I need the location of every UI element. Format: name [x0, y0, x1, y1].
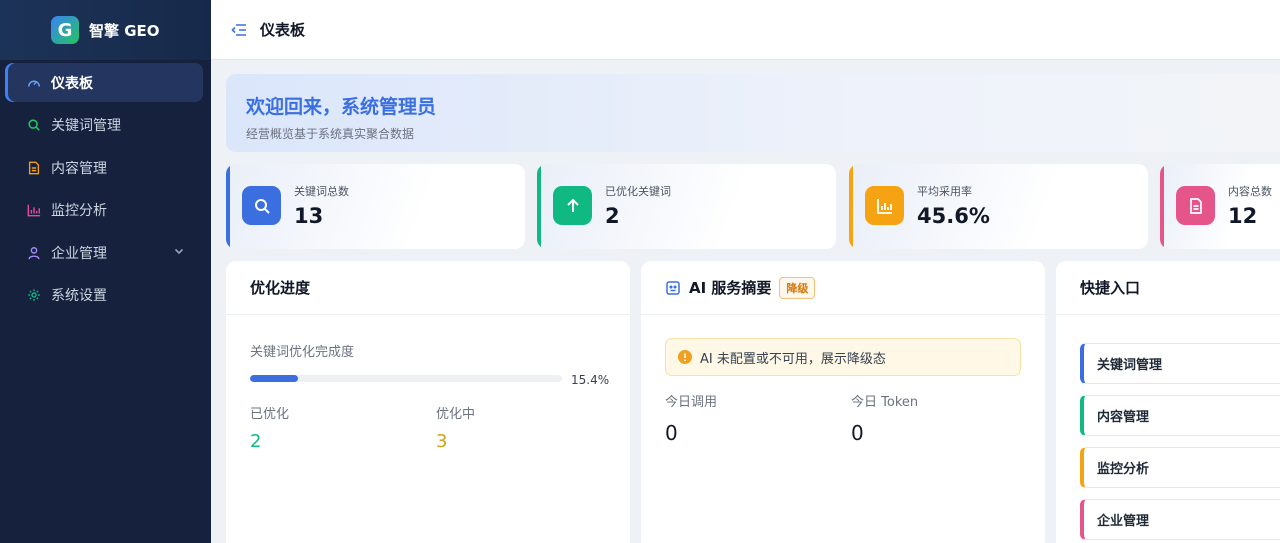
stat-value: 12 [1228, 204, 1258, 228]
quick-link-monitoring[interactable]: 监控分析 [1080, 447, 1280, 488]
progress-bar-fill [250, 375, 299, 382]
quick-link-keywords[interactable]: 关键词管理 [1080, 343, 1280, 384]
logo-icon: G [51, 16, 79, 44]
top-header: 仪表板 [211, 0, 1280, 60]
progress-label: 关键词优化完成度 [250, 345, 355, 360]
stat-accent-bar [849, 164, 853, 249]
gear-icon [27, 288, 41, 302]
ai-summary-panel: AI 服务摘要 降级 AI 未配置或不可用，展示降级态 今日调用 0 今日 To… [641, 261, 1045, 543]
in-progress-value: 3 [436, 431, 448, 452]
panel-title: AI 服务摘要 [689, 279, 772, 297]
arrow-up-icon [553, 186, 592, 225]
calls-label: 今日调用 [665, 395, 718, 410]
menu-collapse-icon[interactable] [231, 23, 247, 37]
app-name: 智擎 GEO [89, 21, 160, 40]
chevron-down-icon[interactable] [173, 245, 185, 257]
quick-entry-panel: 快捷入口 关键词管理 内容管理 监控分析 企业管理 [1056, 261, 1280, 543]
optimized-label: 已优化 [250, 407, 290, 422]
sidebar-nav: 仪表板 关键词管理 内容管理 监控分析 企业管理 系统设置 [0, 60, 211, 315]
token-value: 0 [851, 421, 864, 445]
progress-bar [250, 375, 562, 382]
sidebar-item-monitoring[interactable]: 监控分析 [5, 191, 203, 230]
stat-value: 13 [294, 204, 324, 228]
page-title: 仪表板 [260, 21, 306, 39]
stat-label: 平均采用率 [917, 185, 972, 198]
warning-text: AI 未配置或不可用，展示降级态 [700, 351, 886, 367]
stat-value: 2 [605, 204, 620, 228]
chart-icon [27, 203, 41, 217]
search-icon [27, 118, 41, 132]
sidebar-item-keywords[interactable]: 关键词管理 [5, 106, 203, 145]
token-label: 今日 Token [851, 395, 919, 410]
sidebar-item-enterprise[interactable]: 企业管理 [5, 233, 203, 272]
document-icon [1176, 186, 1215, 225]
search-icon [242, 186, 281, 225]
stat-label: 已优化关键词 [605, 185, 671, 198]
stat-value: 45.6% [917, 204, 990, 228]
stat-accent-bar [226, 164, 230, 249]
welcome-subtitle: 经营概览基于系统真实聚合数据 [246, 127, 415, 141]
user-icon [27, 246, 41, 260]
status-badge: 降级 [779, 276, 816, 299]
sidebar-item-content[interactable]: 内容管理 [5, 148, 203, 187]
progress-panel: 优化进度 关键词优化完成度 15.4% 已优化 2 优化中 3 [226, 261, 630, 543]
sidebar-item-settings[interactable]: 系统设置 [5, 276, 203, 315]
welcome-banner: 欢迎回来，系统管理员 经营概览基于系统真实聚合数据 [226, 74, 1280, 152]
sidebar-item-label: 仪表板 [51, 75, 93, 92]
welcome-title: 欢迎回来，系统管理员 [246, 96, 437, 118]
stat-card-keywords: 关键词总数 13 [226, 164, 525, 249]
panel-title: 快捷入口 [1056, 261, 1280, 315]
document-icon [27, 161, 41, 175]
app-logo[interactable]: G 智擎 GEO [0, 0, 211, 60]
sidebar-item-dashboard[interactable]: 仪表板 [5, 63, 203, 102]
sidebar-item-label: 监控分析 [51, 203, 107, 219]
panel-title: 优化进度 [226, 261, 630, 315]
stat-label: 关键词总数 [294, 185, 349, 198]
sidebar: G 智擎 GEO 仪表板 关键词管理 内容管理 监控分析 企业管理 系统设置 [0, 0, 211, 543]
warning-icon [678, 350, 692, 364]
progress-percent: 15.4% [571, 373, 610, 387]
dashboard-icon [27, 76, 41, 90]
sidebar-item-label: 系统设置 [51, 288, 107, 304]
sidebar-item-label: 关键词管理 [51, 118, 121, 134]
optimized-value: 2 [250, 431, 262, 452]
quick-link-content[interactable]: 内容管理 [1080, 395, 1280, 436]
stat-label: 内容总数 [1228, 185, 1272, 198]
stat-card-optimized: 已优化关键词 2 [537, 164, 836, 249]
sidebar-item-label: 企业管理 [51, 245, 107, 262]
stat-card-adoption: 平均采用率 45.6% [849, 164, 1148, 249]
robot-icon [666, 280, 680, 295]
quick-link-enterprise[interactable]: 企业管理 [1080, 499, 1280, 540]
calls-value: 0 [665, 421, 678, 445]
bar-chart-icon [865, 186, 904, 225]
sidebar-item-label: 内容管理 [51, 160, 107, 177]
panel-header: AI 服务摘要 降级 [641, 261, 1045, 315]
stat-accent-bar [1160, 164, 1164, 249]
stat-card-content: 内容总数 12 [1160, 164, 1280, 249]
ai-warning-alert: AI 未配置或不可用，展示降级态 [665, 338, 1021, 376]
in-progress-label: 优化中 [436, 407, 476, 422]
stat-accent-bar [537, 164, 541, 249]
